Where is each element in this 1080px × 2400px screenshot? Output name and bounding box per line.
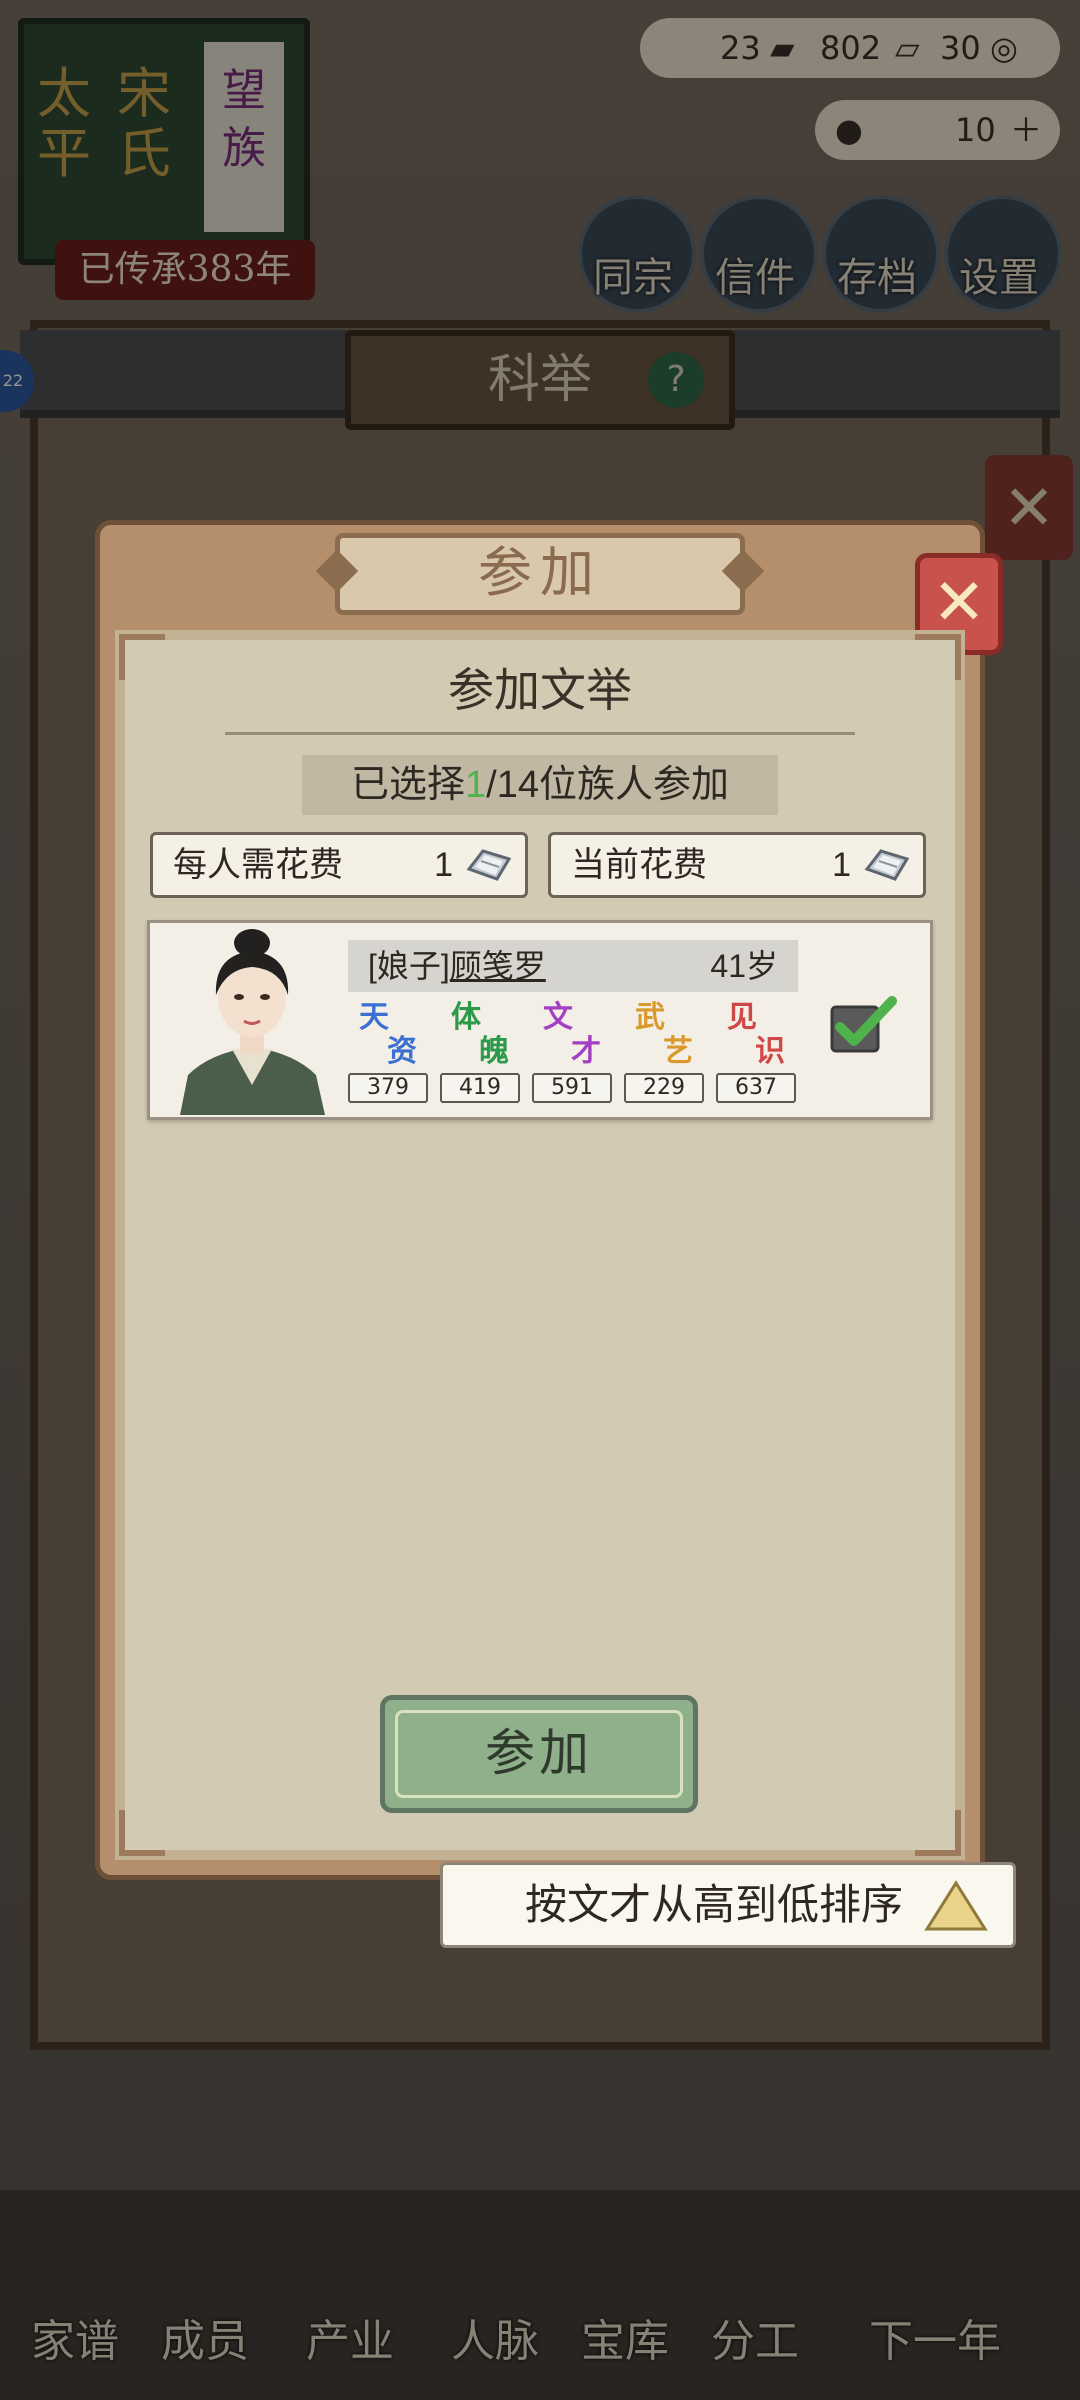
attr-label-talent: 天 资: [359, 1000, 417, 1069]
selection-number: 1: [465, 764, 487, 806]
attr-value-insight: 637: [716, 1073, 796, 1103]
member-name-text: 顾笺罗: [449, 948, 546, 984]
member-name-bar: [娘子]顾笺罗 41岁: [348, 940, 798, 992]
corner-ornament: [119, 634, 165, 680]
selection-suffix: /14位族人参加: [486, 764, 729, 806]
silver-ingot-icon: [864, 849, 910, 881]
attr-value-physique: 419: [440, 1073, 520, 1103]
member-name: [娘子]顾笺罗: [368, 940, 546, 992]
modal-title: 参加: [335, 533, 745, 615]
member-title: [娘子]: [368, 948, 450, 984]
corner-ornament: [915, 634, 961, 680]
attr-label-martial: 武 艺: [635, 1000, 693, 1069]
attr-value-literary: 591: [532, 1073, 612, 1103]
sort-button-label: 按文才从高到低排序: [525, 1881, 904, 1928]
cost-per-person-value: 1: [434, 846, 453, 884]
selection-prefix: 已选择: [351, 764, 466, 806]
member-portrait: [180, 929, 325, 1115]
member-select-checkbox[interactable]: [828, 993, 898, 1055]
current-cost-value: 1: [832, 846, 851, 884]
cost-per-person-label: 每人需花费: [173, 846, 343, 884]
selection-count: 已选择1/14位族人参加: [302, 755, 778, 815]
corner-ornament: [915, 1810, 961, 1856]
attr-label-literary: 文 才: [543, 1000, 601, 1069]
attr-value-martial: 229: [624, 1073, 704, 1103]
attr-label-insight: 见 识: [727, 1000, 785, 1069]
attr-value-talent: 379: [348, 1073, 428, 1103]
silver-ingot-icon: [466, 849, 512, 881]
corner-ornament: [119, 1810, 165, 1856]
current-cost-label: 当前花费: [571, 846, 707, 884]
attr-label-physique: 体 魄: [451, 1000, 509, 1069]
sort-ascending-icon: [924, 1880, 988, 1931]
cost-per-person-box: 每人需花费 1: [150, 832, 528, 898]
member-age: 41岁: [710, 948, 778, 984]
join-button[interactable]: 参加: [380, 1695, 698, 1813]
current-cost-box: 当前花费 1: [548, 832, 926, 898]
divider-ornament: [225, 712, 855, 735]
sort-button[interactable]: 按文才从高到低排序: [440, 1862, 1016, 1948]
member-card[interactable]: [娘子]顾笺罗 41岁 天 资 体 魄 文 才 武 艺 见 识 379 419 …: [147, 920, 933, 1120]
